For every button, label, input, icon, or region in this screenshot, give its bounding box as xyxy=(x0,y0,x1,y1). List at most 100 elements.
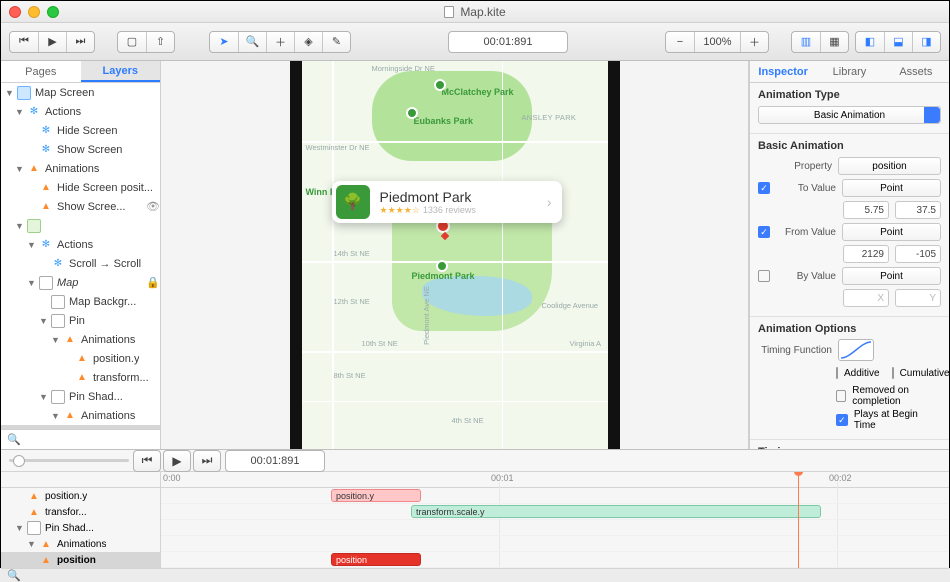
tl-tree-pinshad[interactable]: ▼Pin Shad... xyxy=(1,520,160,536)
maplabel-ansley: ANSLEY PARK xyxy=(522,113,577,122)
track-positiony[interactable]: position.y xyxy=(331,489,421,502)
layer-actions-2[interactable]: ▼✻Actions xyxy=(1,235,160,254)
layer-pin-shad[interactable]: ▼Pin Shad... xyxy=(1,387,160,406)
layer-map[interactable]: ▼Map🔒 xyxy=(1,273,160,292)
layer-hide-screen-pos[interactable]: ▲Hide Screen posit... xyxy=(1,178,160,197)
tab-pages[interactable]: Pages xyxy=(1,61,81,82)
maplabel-piedave: Piedmont Ave NE xyxy=(421,286,430,345)
view-mode-1[interactable]: ▥ xyxy=(792,32,820,52)
rewind-button[interactable]: ⏮ xyxy=(10,32,38,52)
preview-controls: ▢ ⇧ xyxy=(117,31,175,53)
tl-tree-positiony[interactable]: ▲position.y xyxy=(1,488,160,504)
track-position[interactable]: position xyxy=(331,553,421,566)
playhead[interactable] xyxy=(798,472,799,568)
layers-sidebar: Pages Layers ▼Map Screen ▼✻Actions ✻Hide… xyxy=(1,61,161,449)
from-x[interactable]: 2129 xyxy=(843,245,889,263)
to-type[interactable]: Point xyxy=(842,179,941,197)
additive-check[interactable] xyxy=(836,367,838,379)
tl-ff[interactable]: ⏭ xyxy=(193,450,221,472)
layer-map-bg[interactable]: Map Backgr... xyxy=(1,292,160,311)
label-timingfn: Timing Function xyxy=(758,345,832,356)
to-x[interactable]: 5.75 xyxy=(843,201,889,219)
layer-row[interactable]: ▼ xyxy=(1,216,160,235)
callout-icon: 🌳 xyxy=(336,185,370,219)
panel-bottom[interactable]: ⬓ xyxy=(884,32,912,52)
maplabel-st4: 4th St NE xyxy=(452,416,484,425)
label-additive: Additive xyxy=(844,368,880,379)
add-tool[interactable]: ＋ xyxy=(266,32,294,52)
track-transform[interactable]: transform.scale.y xyxy=(411,505,821,518)
layer-show-screen[interactable]: ✻Show Screen xyxy=(1,140,160,159)
tl-play[interactable]: ▶ xyxy=(163,450,191,472)
shape-tool[interactable]: ◈ xyxy=(294,32,322,52)
view-mode-2[interactable]: ▦ xyxy=(820,32,848,52)
cumulative-check[interactable] xyxy=(892,367,894,379)
layer-map-screen[interactable]: ▼Map Screen xyxy=(1,83,160,102)
insp-animtype-title: Animation Type xyxy=(758,89,941,101)
by-y[interactable]: Y xyxy=(895,289,941,307)
from-value-check[interactable]: ✓ xyxy=(758,226,770,238)
to-y[interactable]: 37.5 xyxy=(895,201,941,219)
maplabel-st8: 8th St NE xyxy=(334,371,366,380)
tab-library[interactable]: Library xyxy=(816,61,882,82)
by-value-check[interactable] xyxy=(758,270,770,282)
map-callout[interactable]: 🌳 Piedmont Park ★★★★☆1336 reviews › xyxy=(332,181,562,223)
poi-piedmont xyxy=(436,260,448,272)
play-button[interactable]: ▶ xyxy=(38,32,66,52)
plays-check[interactable]: ✓ xyxy=(836,414,848,426)
layer-scroll[interactable]: ✻Scroll → Scroll xyxy=(1,254,160,273)
layer-positiony[interactable]: ▲position.y xyxy=(1,349,160,368)
timeline-tracks[interactable]: 0:00 00:01 00:02 position.y transform.sc… xyxy=(161,472,949,568)
maplabel-st10: 10th St NE xyxy=(362,339,398,348)
zoom-value[interactable]: 100% xyxy=(694,32,740,52)
document-icon xyxy=(444,6,454,18)
layer-animations-shad[interactable]: ▼▲Animations xyxy=(1,406,160,425)
select-tool[interactable]: ➤ xyxy=(210,32,238,52)
layer-actions[interactable]: ▼✻Actions xyxy=(1,102,160,121)
pen-tool[interactable]: ✎ xyxy=(322,32,350,52)
share-button[interactable]: ⇧ xyxy=(146,32,174,52)
tab-layers[interactable]: Layers xyxy=(81,61,161,82)
from-y[interactable]: -105 xyxy=(895,245,941,263)
layer-transform[interactable]: ▲transform... xyxy=(1,368,160,387)
panel-right[interactable]: ◨ xyxy=(912,32,940,52)
property-select[interactable]: position xyxy=(838,157,941,175)
to-value-check[interactable]: ✓ xyxy=(758,182,770,194)
zoom-controls: − 100% ＋ xyxy=(665,31,769,53)
tab-assets[interactable]: Assets xyxy=(883,61,949,82)
label-plays: Plays at Begin Time xyxy=(854,409,941,431)
removed-check[interactable] xyxy=(836,390,846,402)
from-type[interactable]: Point xyxy=(842,223,941,241)
tl-tree-position[interactable]: ▲position xyxy=(1,552,160,568)
tl-rewind[interactable]: ⏮ xyxy=(133,450,161,472)
device-screen: McClatchey Park Eubanks Park ANSLEY PARK… xyxy=(302,61,608,449)
timing-function[interactable] xyxy=(838,339,874,361)
canvas[interactable]: McClatchey Park Eubanks Park ANSLEY PARK… xyxy=(161,61,749,449)
maplabel-mcclatchey: McClatchey Park xyxy=(442,87,514,97)
insp-timing-title: Timing xyxy=(758,446,941,449)
preview-button[interactable]: ▢ xyxy=(118,32,146,52)
layer-hide-screen[interactable]: ✻Hide Screen xyxy=(1,121,160,140)
timeline-ruler[interactable]: 0:00 00:01 00:02 xyxy=(161,472,949,488)
layer-animations-1[interactable]: ▼▲Animations xyxy=(1,159,160,178)
tab-inspector[interactable]: Inspector xyxy=(750,61,816,82)
timeline-search[interactable]: 🔍 xyxy=(1,568,949,582)
playback-controls: ⏮ ▶ ⏭ xyxy=(9,31,95,53)
zoom-tool[interactable]: 🔍 xyxy=(238,32,266,52)
zoom-out[interactable]: − xyxy=(666,32,694,52)
layer-search[interactable]: 🔍 xyxy=(1,429,160,449)
by-type[interactable]: Point xyxy=(842,267,941,285)
window-title: Map.kite xyxy=(1,5,949,19)
by-x[interactable]: X xyxy=(843,289,889,307)
tl-tree-animations[interactable]: ▼▲Animations xyxy=(1,536,160,552)
timeline-zoom-slider[interactable] xyxy=(9,459,129,462)
layer-pin[interactable]: ▼Pin xyxy=(1,311,160,330)
layer-show-screen-pos[interactable]: ▲Show Scree...👁 xyxy=(1,197,160,216)
callout-chevron-icon[interactable]: › xyxy=(547,194,558,210)
panel-left[interactable]: ◧ xyxy=(856,32,884,52)
layer-animations-pin[interactable]: ▼▲Animations xyxy=(1,330,160,349)
fastfwd-button[interactable]: ⏭ xyxy=(66,32,94,52)
zoom-in[interactable]: ＋ xyxy=(740,32,768,52)
tl-tree-transform[interactable]: ▲transfor... xyxy=(1,504,160,520)
animation-type-select[interactable]: Basic Animation xyxy=(758,106,941,124)
